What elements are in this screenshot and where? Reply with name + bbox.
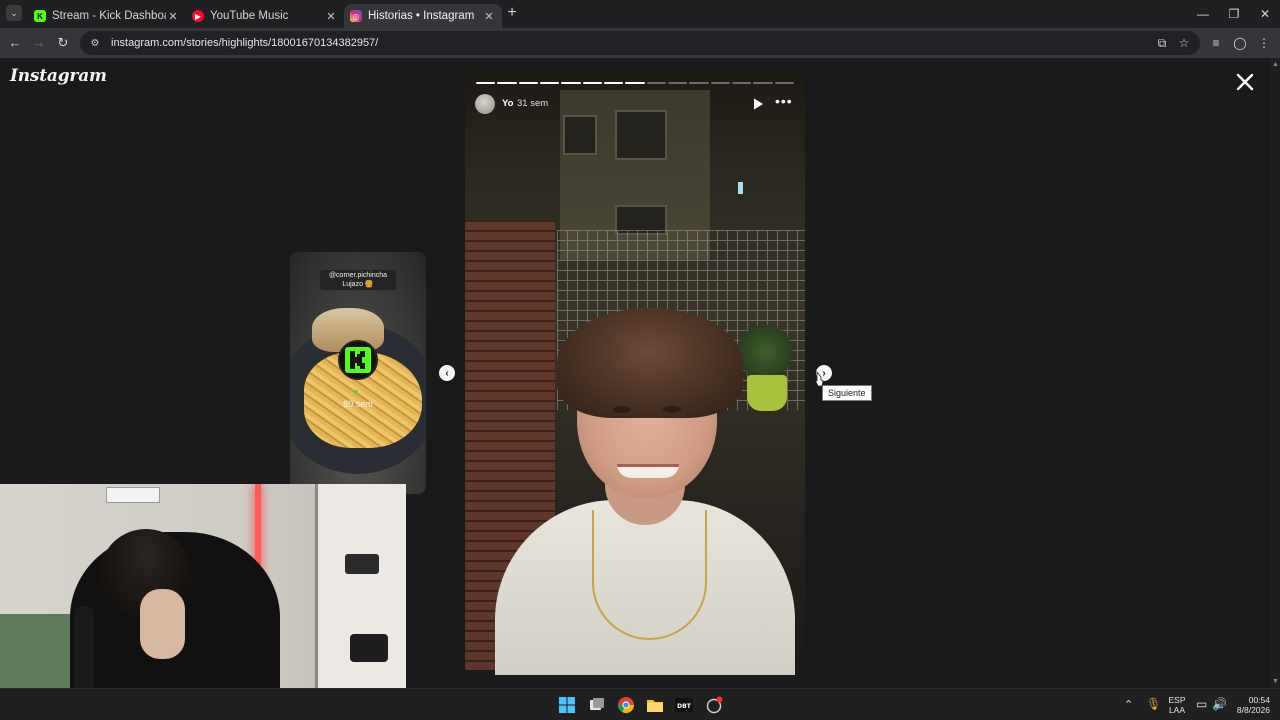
tray-overflow-icon[interactable]: ⌃ bbox=[1124, 698, 1133, 711]
tab-close-icon[interactable]: ✕ bbox=[324, 10, 338, 23]
back-button[interactable]: ← bbox=[7, 35, 23, 51]
story-card[interactable]: Yo 31 sem ••• bbox=[465, 70, 805, 675]
app-circle-icon[interactable] bbox=[705, 696, 723, 714]
profile-icon[interactable]: ◯ bbox=[1232, 35, 1248, 51]
preview-time: 80 sem bbox=[343, 399, 373, 409]
progress-segment bbox=[753, 82, 773, 84]
bookmark-star-icon[interactable]: ☆ bbox=[1174, 31, 1194, 55]
preview-caption: @corner.pichincha Lujazo 🍔 bbox=[320, 270, 396, 290]
progress-segment bbox=[710, 82, 730, 84]
story-header: Yo 31 sem ••• bbox=[475, 94, 795, 114]
display-icon[interactable]: ▭ bbox=[1196, 697, 1207, 711]
clock[interactable]: 00:54 8/8/2026 bbox=[1230, 695, 1270, 715]
microphone-icon[interactable]: 🎙 bbox=[1146, 697, 1161, 711]
progress-segment bbox=[689, 82, 709, 84]
previous-story-preview[interactable]: @corner.pichincha Lujazo 🍔 ♥ 80 sem bbox=[290, 252, 426, 494]
windows-start-icon[interactable] bbox=[558, 696, 576, 714]
progress-segment bbox=[561, 82, 581, 84]
tab-title: Historias • Instagram bbox=[368, 10, 475, 22]
progress-segment bbox=[539, 82, 560, 84]
close-stories-icon[interactable] bbox=[1234, 71, 1256, 93]
address-bar[interactable]: ⚙ instagram.com/stories/highlights/18001… bbox=[80, 31, 1200, 55]
story-username[interactable]: Yo bbox=[502, 98, 513, 109]
progress-segment bbox=[731, 82, 752, 84]
story-time: 31 sem bbox=[517, 98, 549, 109]
chrome-icon[interactable] bbox=[617, 696, 635, 714]
tab-title: Stream - Kick Dashboard bbox=[52, 10, 166, 22]
tab-kick-dashboard[interactable]: K Stream - Kick Dashboard ✕ bbox=[28, 4, 186, 28]
progress-segment bbox=[625, 82, 645, 84]
tab-close-icon[interactable]: ✕ bbox=[482, 10, 496, 23]
previous-story-button[interactable]: ‹ bbox=[439, 365, 455, 381]
tab-close-icon[interactable]: ✕ bbox=[166, 10, 180, 23]
progress-segment bbox=[476, 82, 496, 84]
tab-instagram-stories[interactable]: ◎ Historias • Instagram ✕ bbox=[344, 4, 502, 28]
progress-segment bbox=[774, 82, 794, 84]
next-tooltip: Siguiente bbox=[822, 385, 872, 401]
tab-strip: ⌄ K Stream - Kick Dashboard ✕ ▶ YouTube … bbox=[0, 0, 1280, 28]
webcam-overlay bbox=[0, 484, 406, 688]
file-explorer-icon[interactable] bbox=[646, 696, 664, 714]
progress-segment bbox=[646, 82, 666, 84]
instagram-stories-viewer: Instagram @corner.pichincha Lujazo 🍔 ♥ 8… bbox=[0, 58, 1270, 688]
app-dbt-icon[interactable]: DBT bbox=[675, 696, 693, 714]
minimize-button[interactable]: — bbox=[1186, 0, 1220, 28]
volume-icon[interactable]: 🔊 bbox=[1212, 697, 1227, 711]
reading-list-icon[interactable]: ≡ bbox=[1208, 35, 1224, 51]
progress-segment bbox=[582, 82, 602, 84]
language-indicator[interactable]: ESP LAA bbox=[1166, 695, 1188, 715]
task-view-icon[interactable] bbox=[588, 696, 606, 714]
play-icon[interactable] bbox=[751, 97, 765, 111]
tab-youtube-music[interactable]: ▶ YouTube Music ✕ bbox=[186, 4, 344, 28]
url-text: instagram.com/stories/highlights/1800167… bbox=[111, 37, 379, 49]
install-app-icon[interactable]: ⧉ bbox=[1152, 31, 1172, 55]
kick-logo-icon bbox=[345, 347, 371, 373]
menu-kebab-icon[interactable]: ⋮ bbox=[1256, 35, 1272, 51]
scroll-up-icon[interactable]: ▲ bbox=[1272, 61, 1279, 68]
story-progress-bar bbox=[476, 82, 794, 84]
reload-button[interactable]: ↻ bbox=[55, 35, 71, 51]
heart-icon: ♥ bbox=[353, 387, 359, 397]
instagram-logo[interactable]: Instagram bbox=[10, 66, 107, 86]
kick-icon: K bbox=[34, 10, 46, 22]
tab-title: YouTube Music bbox=[210, 10, 289, 22]
windows-taskbar: DBT ⌃ 🎙 ESP LAA ▭ 🔊 00:54 8/8/2026 bbox=[0, 688, 1280, 720]
new-tab-button[interactable]: + bbox=[504, 5, 520, 21]
scroll-down-icon[interactable]: ▼ bbox=[1272, 678, 1279, 685]
tab-search-button[interactable]: ⌄ bbox=[6, 5, 22, 21]
forward-button[interactable]: → bbox=[31, 35, 47, 51]
browser-toolbar: ← → ↻ ⚙ instagram.com/stories/highlights… bbox=[0, 28, 1280, 58]
progress-segment bbox=[497, 82, 517, 84]
youtube-music-icon: ▶ bbox=[192, 10, 204, 22]
instagram-icon: ◎ bbox=[350, 10, 362, 22]
svg-text:DBT: DBT bbox=[677, 703, 692, 710]
close-window-button[interactable]: ✕ bbox=[1248, 0, 1280, 28]
mouse-cursor-icon bbox=[814, 371, 824, 387]
progress-segment bbox=[667, 82, 688, 84]
progress-segment bbox=[603, 82, 624, 84]
page-scrollbar[interactable]: ▲ ▼ bbox=[1270, 58, 1280, 688]
more-options-icon[interactable]: ••• bbox=[775, 94, 792, 110]
avatar[interactable] bbox=[475, 94, 495, 114]
progress-segment bbox=[518, 82, 538, 84]
preview-avatar bbox=[338, 340, 378, 380]
restore-button[interactable]: ❐ bbox=[1217, 0, 1251, 28]
site-info-icon[interactable]: ⚙ bbox=[88, 36, 102, 50]
